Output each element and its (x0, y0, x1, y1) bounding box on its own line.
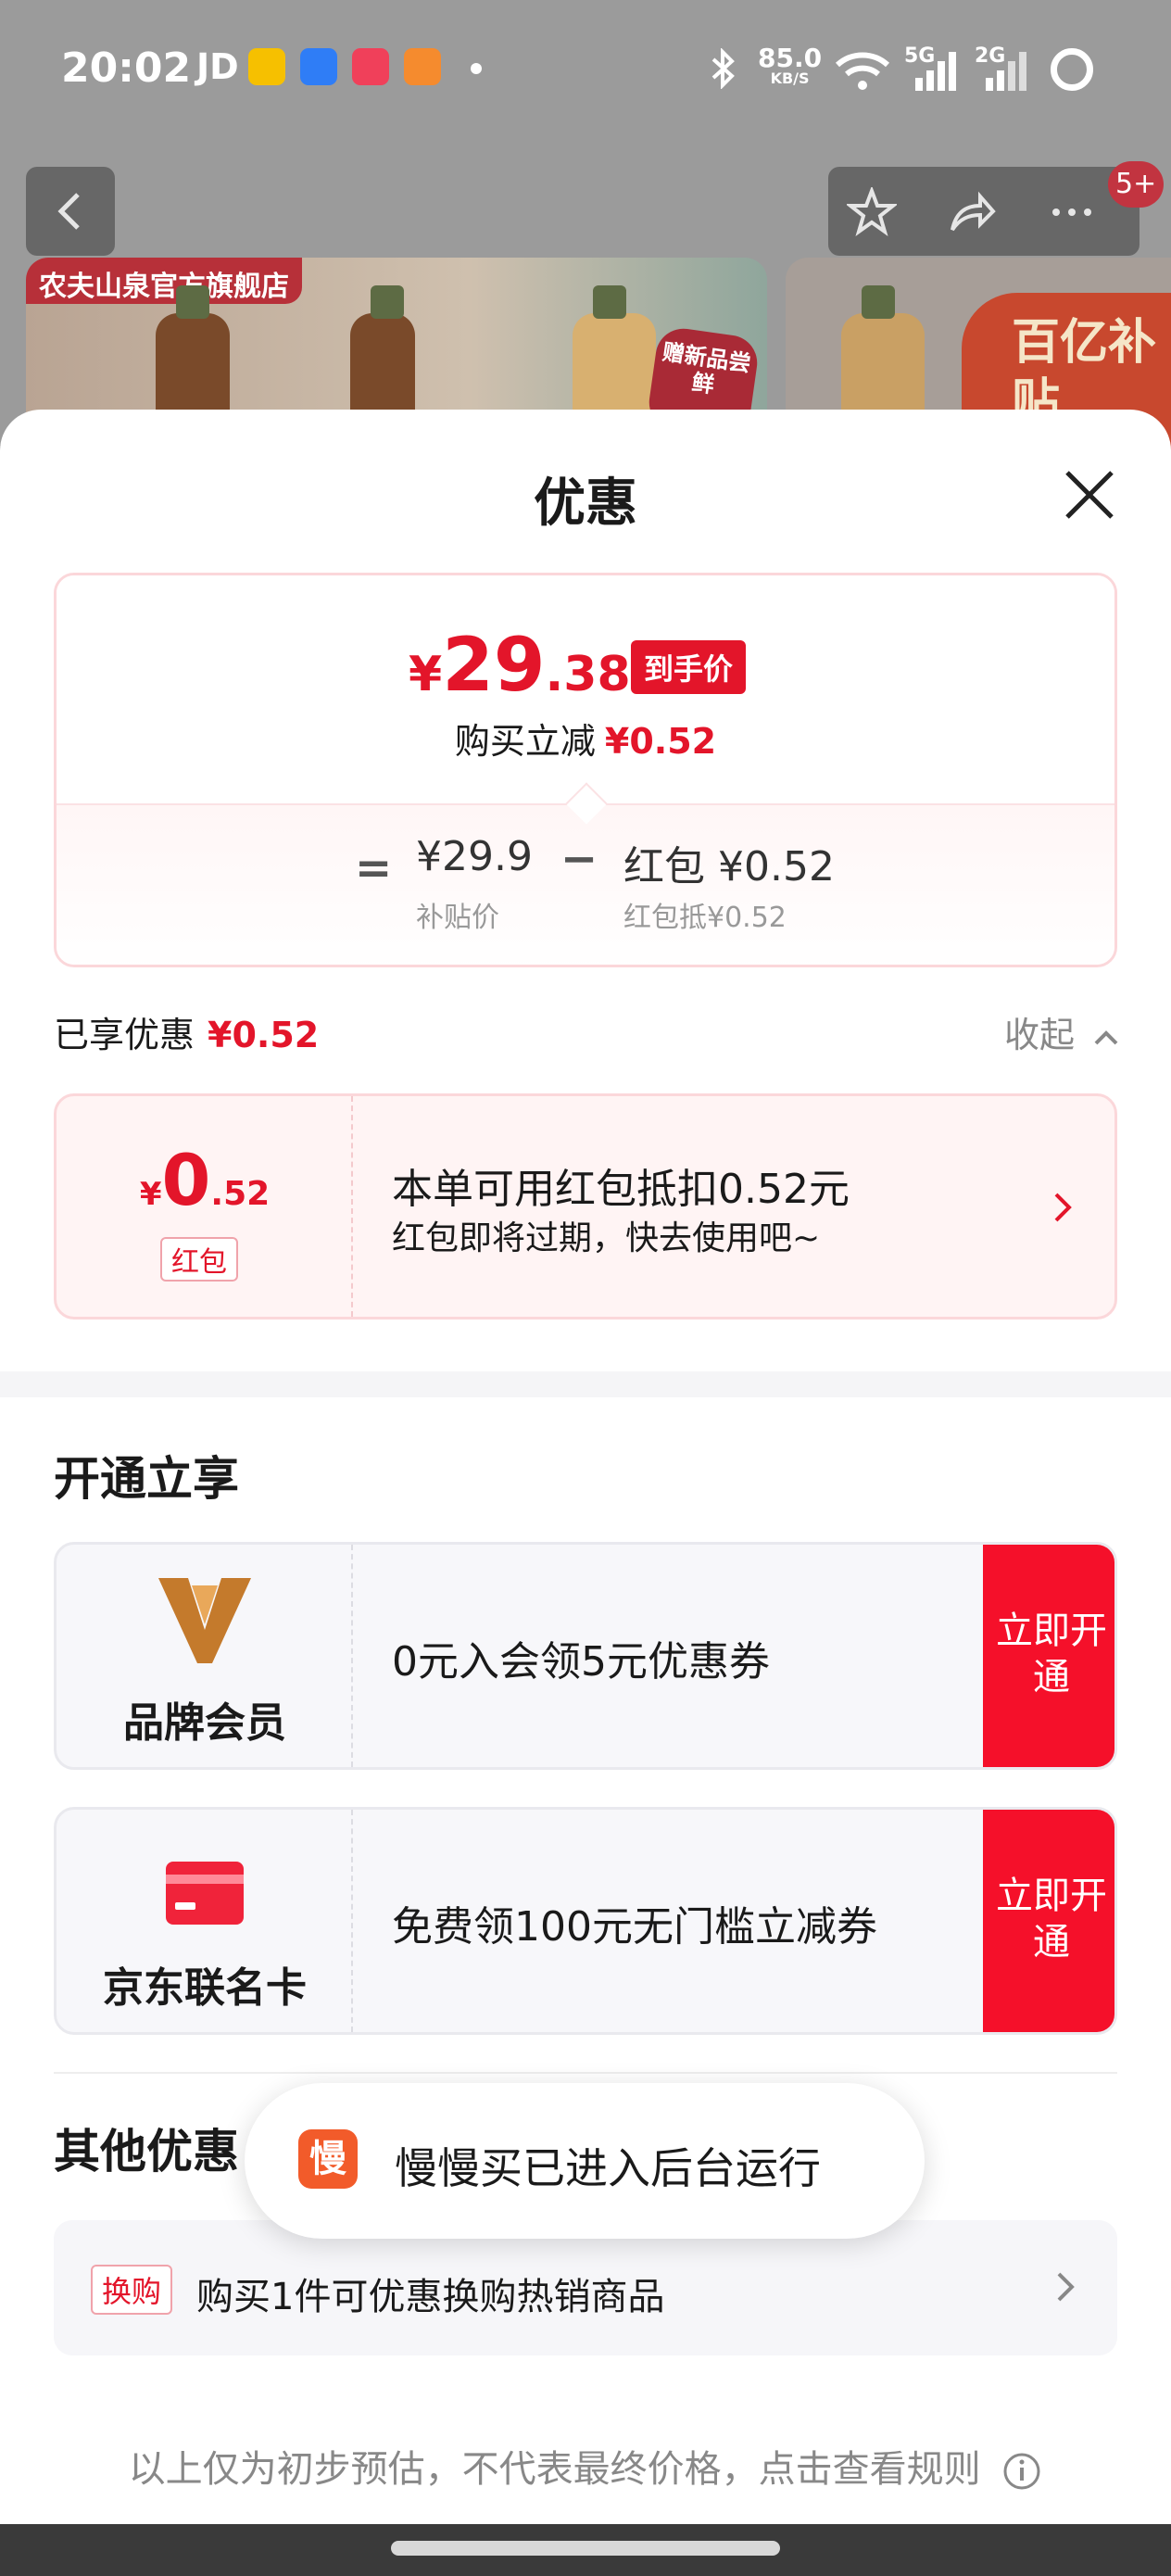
app-notification-icon (248, 48, 285, 85)
status-carrier: JD (196, 46, 239, 87)
top-action-group (828, 167, 1140, 256)
equals-sign: = (355, 842, 393, 894)
membership-name: 品牌会员 (123, 1699, 286, 1747)
brand-member-logo-icon (158, 1578, 251, 1663)
chevron-up-icon (1094, 1029, 1118, 1044)
network-speed: 85.0 KB/S (758, 43, 823, 87)
other-section-title: 其他优惠 (54, 2125, 239, 2178)
shop-notification-icon (404, 48, 441, 85)
minus-sign: − (560, 833, 598, 885)
section-divider-line (54, 2072, 1117, 2074)
coupon-type-tag: 红包 (160, 1237, 238, 1282)
back-button[interactable] (26, 167, 115, 256)
membership-logo-area: 品牌会员 (57, 1545, 353, 1767)
trade-in-tag: 换购 (91, 2265, 173, 2315)
coupon-title: 本单可用红包抵扣0.52元 (392, 1166, 850, 1213)
final-price-area: ¥29.38 到手价 购买立减 ¥0.52 (57, 575, 1114, 803)
open-section-title: 开通立享 (54, 1452, 239, 1506)
signal-sim2-icon (986, 52, 1026, 91)
jd-cobrand-card[interactable]: 京东联名卡 免费领100元无门槛立减券 立即开通 (54, 1807, 1117, 2035)
home-indicator[interactable] (391, 2541, 780, 2556)
collapse-toggle[interactable]: 收起 (1004, 1006, 1119, 1057)
info-icon (1003, 2453, 1040, 2490)
credit-card-icon (166, 1862, 244, 1925)
coupon-subtitle: 红包即将过期，快去使用吧~ (392, 1219, 821, 1257)
coupon-amount-area: ¥0.52 红包 (57, 1096, 353, 1317)
chevron-right-icon (1057, 2272, 1075, 2302)
trade-in-text: 购买1件可优惠换购热销商品 (196, 2276, 665, 2318)
manmanmai-app-icon: 慢 (298, 2129, 358, 2189)
more-notifications-dot (471, 63, 482, 74)
mail-notification-icon (300, 48, 337, 85)
final-price-tag: 到手价 (631, 640, 747, 694)
open-cobrand-card-button[interactable]: 立即开通 (983, 1810, 1114, 2032)
open-membership-button[interactable]: 立即开通 (983, 1545, 1114, 1767)
chevron-left-icon (57, 193, 80, 230)
red-packet-coupon[interactable]: ¥0.52 红包 本单可用红包抵扣0.52元 红包即将过期，快去使用吧~ (54, 1093, 1117, 1320)
chevron-right-icon (1054, 1193, 1072, 1222)
music-notification-icon (352, 48, 389, 85)
background-run-toast: 慢 慢慢买已进入后台运行 (245, 2083, 925, 2239)
membership-desc: 0元入会领5元优惠券 (392, 1638, 770, 1686)
battery-ring-icon (1051, 48, 1093, 91)
cobrand-card-name: 京东联名卡 (103, 1964, 307, 2012)
status-bar: 20:02 JD 85.0 KB/S 5G 2G (0, 0, 1171, 139)
cobrand-card-desc: 免费领100元无门槛立减券 (392, 1903, 877, 1951)
store-tag: 农夫山泉官方旗舰店 (26, 258, 302, 304)
toast-message: 慢慢买已进入后台运行 (395, 2143, 821, 2193)
trade-in-offer[interactable]: 换购 购买1件可优惠换购热销商品 (54, 2220, 1117, 2355)
base-price: ¥29.9 (416, 833, 533, 880)
sheet-title: 优惠 (534, 474, 637, 534)
close-icon[interactable] (1056, 461, 1123, 528)
share-icon[interactable] (947, 187, 997, 237)
price-disclaimer[interactable]: 以上仅为初步预估，不代表最终价格，点击查看规则 (0, 2439, 1171, 2493)
base-price-label: 补贴价 (416, 902, 499, 934)
price-breakdown-card: ¥29.38 到手价 购买立减 ¥0.52 = ¥29.9 补贴价 − 红包 ¥0… (54, 573, 1117, 967)
coupon-amount: ¥0.52 (139, 1139, 271, 1221)
wifi-icon (835, 52, 890, 90)
coupon-deduction-label: 红包抵¥0.52 (623, 902, 787, 934)
section-divider (0, 1371, 1171, 1397)
more-icon[interactable] (1047, 187, 1097, 237)
instant-reduction: 购买立减 ¥0.52 (454, 721, 717, 762)
brand-membership-card[interactable]: 品牌会员 0元入会领5元优惠券 立即开通 (54, 1542, 1117, 1770)
final-price: ¥29.38 (409, 622, 631, 708)
bluetooth-icon (711, 48, 735, 89)
coupon-deduction: 红包 ¥0.52 (623, 843, 835, 890)
favorite-star-icon[interactable] (847, 187, 897, 237)
price-formula: = ¥29.9 补贴价 − 红包 ¥0.52 红包抵¥0.52 (57, 803, 1114, 965)
status-time: 20:02 (61, 44, 192, 92)
signal-sim1-icon (915, 52, 956, 91)
cobrand-logo-area: 京东联名卡 (57, 1810, 353, 2032)
enjoyed-discount: 已享优惠 ¥0.52 (54, 1015, 320, 1055)
notification-badge: 5+ (1108, 161, 1165, 208)
discount-sheet: 优惠 ¥29.38 到手价 购买立减 ¥0.52 = ¥29.9 补贴价 − 红包… (0, 410, 1171, 2576)
